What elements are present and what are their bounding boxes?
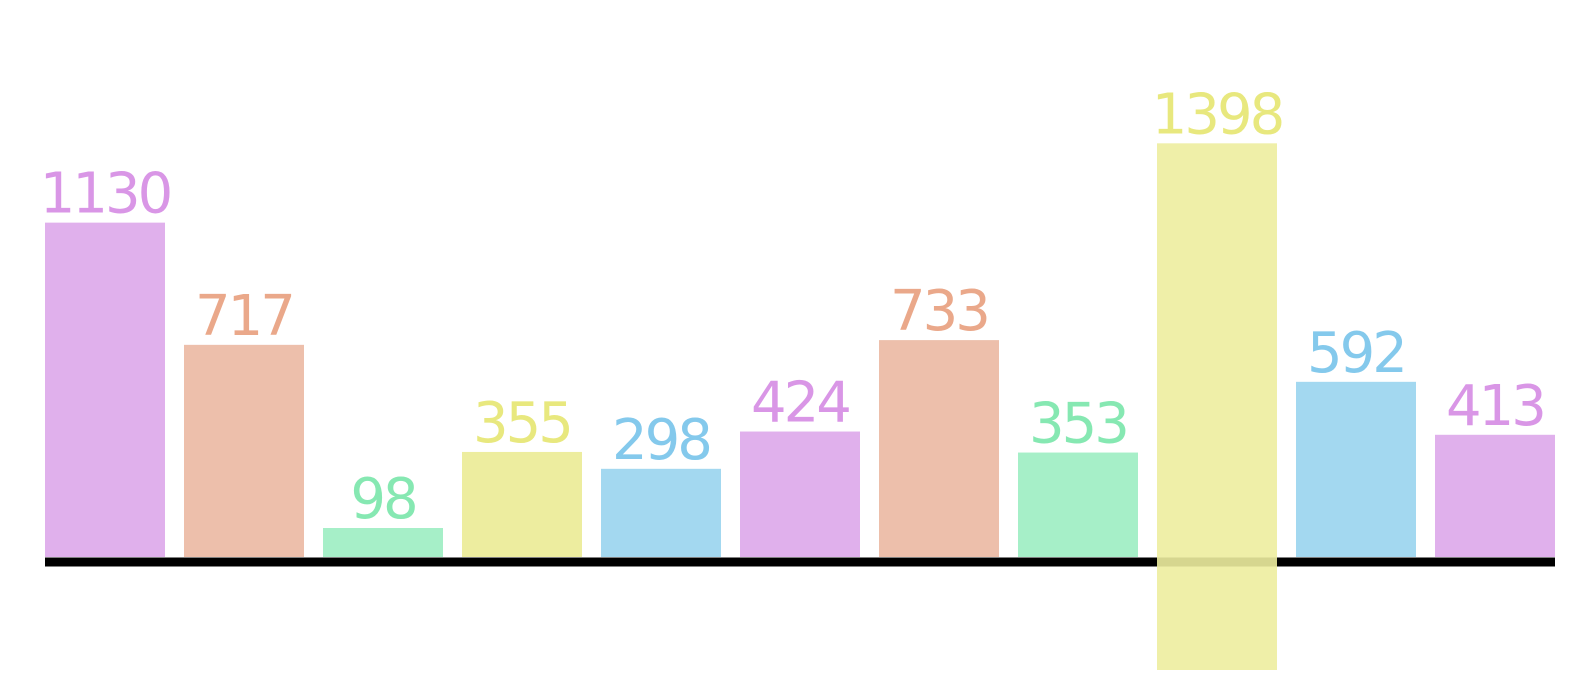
bar-chart: 1130 717 98 355 298 424 733 353 1398 592 413 xyxy=(40,82,1555,671)
bar xyxy=(45,222,165,557)
data-label: 592 xyxy=(1307,321,1405,386)
data-label: 424 xyxy=(751,371,849,436)
overlay-layer xyxy=(1157,143,1277,671)
bar xyxy=(184,344,304,557)
bar xyxy=(323,528,443,557)
bar xyxy=(740,431,860,557)
bar xyxy=(1018,452,1138,557)
data-label: 98 xyxy=(350,467,415,532)
bar xyxy=(1157,143,1277,671)
bar xyxy=(879,340,999,557)
bar xyxy=(462,451,582,557)
data-label: 1130 xyxy=(40,162,171,227)
bar xyxy=(1296,381,1416,557)
data-label: 717 xyxy=(195,284,293,349)
bar xyxy=(601,468,721,557)
data-label: 298 xyxy=(612,408,710,473)
data-label: 413 xyxy=(1446,374,1544,439)
data-label: 355 xyxy=(473,391,571,456)
bar xyxy=(1435,434,1555,557)
data-label: 733 xyxy=(890,279,988,344)
data-label: 1398 xyxy=(1152,82,1283,147)
data-label: 353 xyxy=(1029,392,1127,457)
